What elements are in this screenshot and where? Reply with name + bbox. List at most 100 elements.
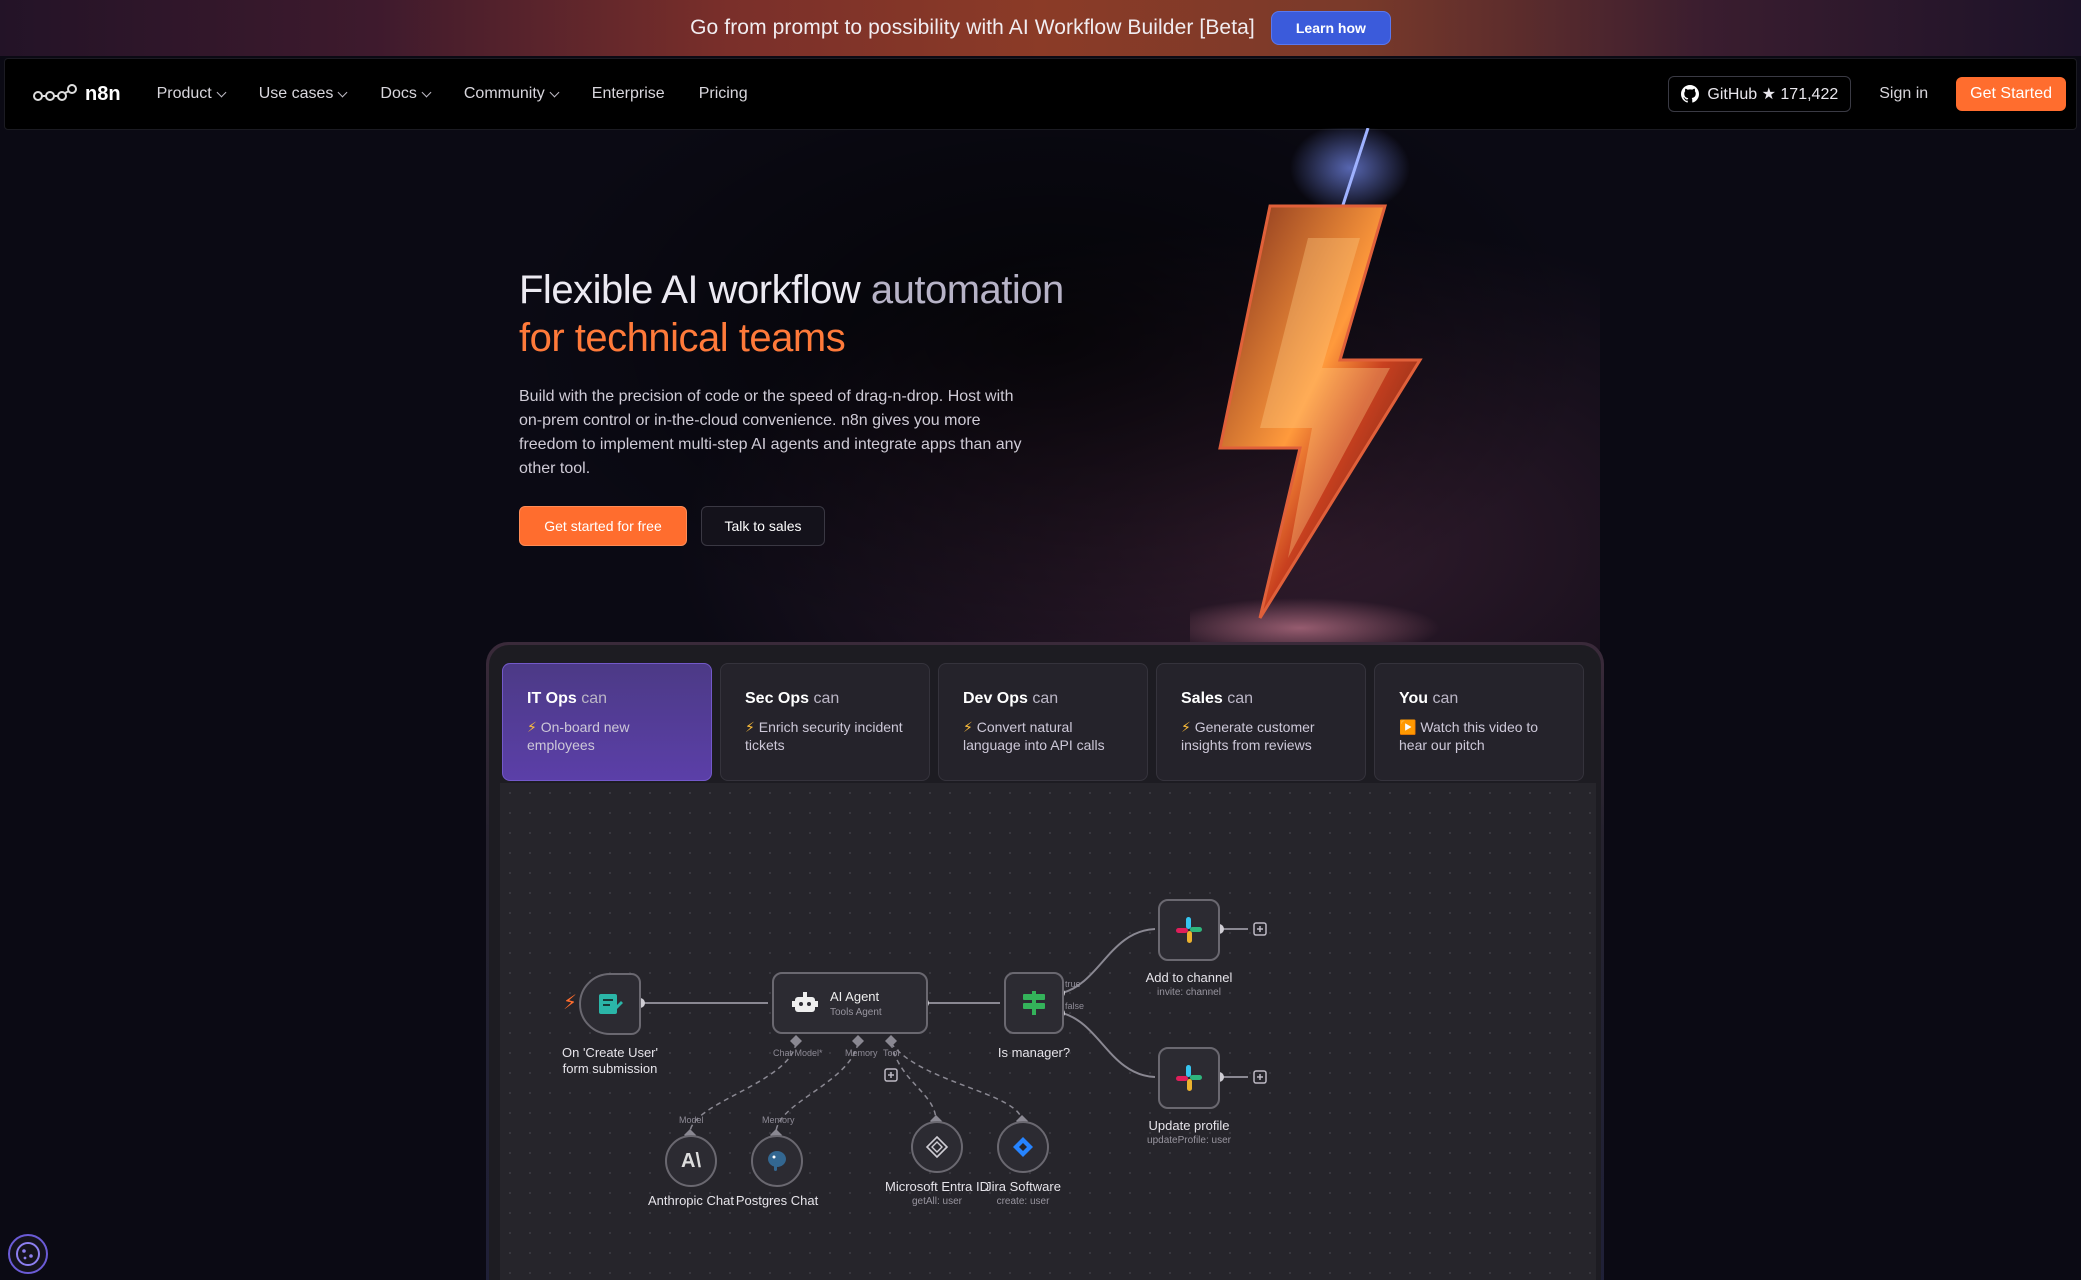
nav-docs[interactable]: Docs xyxy=(380,85,432,103)
hero-title: Flexible AI workflow automation for tech… xyxy=(519,266,1064,362)
nav-pricing[interactable]: Pricing xyxy=(699,85,748,103)
tab-title: Sales can xyxy=(1181,690,1341,708)
if-node-label: Is manager? xyxy=(997,1045,1071,1060)
if-true-label: true xyxy=(1065,979,1081,989)
tab-desc: ⚡ Convert natural language into API call… xyxy=(963,718,1123,754)
chevron-down-icon xyxy=(421,87,432,97)
workflow-demo-inner: IT Ops can ⚡ On-board new employees Sec … xyxy=(489,645,1601,1280)
slack-update-profile-node[interactable] xyxy=(1158,1047,1220,1109)
form-trigger-label: On 'Create User' form submission xyxy=(562,1045,658,1076)
slack-update-profile-label: Update profile xyxy=(1148,1118,1230,1133)
slack-add-channel-node[interactable] xyxy=(1158,899,1220,961)
lightning-icon: ⚡ xyxy=(745,719,755,735)
nav-product-label: Product xyxy=(156,85,212,102)
tab-who: Dev Ops xyxy=(963,690,1028,707)
signpost-icon xyxy=(1023,991,1045,1015)
jira-sub: create: user xyxy=(996,1196,1050,1207)
banner-text: Go from prompt to possibility with AI Wo… xyxy=(690,16,1255,39)
ai-agent-sub: Tools Agent xyxy=(830,1006,882,1018)
postgres-chat-label: Postgres Chat xyxy=(735,1193,819,1208)
tab-can: can xyxy=(813,690,840,707)
lightning-icon: ⚡ xyxy=(527,719,537,735)
nav-use-cases-label: Use cases xyxy=(258,85,334,102)
anthropic-icon: A\ xyxy=(681,1149,701,1172)
n8n-logo-icon xyxy=(33,84,77,101)
port-tool: Tool xyxy=(883,1048,900,1058)
github-icon xyxy=(1681,85,1700,103)
tab-you[interactable]: You can ▶️ Watch this video to hear our … xyxy=(1374,663,1584,781)
nav-product[interactable]: Product xyxy=(156,85,227,103)
n8n-logo[interactable]: n8n xyxy=(33,83,121,106)
sign-in-link[interactable]: Sign in xyxy=(1879,85,1928,103)
tab-desc-text: Generate customer insights from reviews xyxy=(1181,719,1315,753)
nav-use-cases[interactable]: Use cases xyxy=(258,85,348,103)
tab-who: You xyxy=(1399,690,1429,707)
cookie-icon xyxy=(16,1242,40,1266)
chevron-down-icon xyxy=(216,87,227,97)
play-icon: ▶️ xyxy=(1399,719,1417,735)
entra-icon xyxy=(925,1135,949,1159)
workflow-canvas[interactable]: ⚡ On 'Create User' form submission AI Ag… xyxy=(500,783,1596,1280)
slack-add-channel-label: Add to channel xyxy=(1145,970,1233,985)
tab-sec-ops[interactable]: Sec Ops can ⚡ Enrich security incident t… xyxy=(720,663,930,781)
get-started-free-button[interactable]: Get started for free xyxy=(519,506,687,546)
learn-how-button[interactable]: Learn how xyxy=(1270,11,1391,45)
postgres-icon xyxy=(768,1151,786,1171)
cookie-settings-button[interactable] xyxy=(8,1234,48,1274)
nav-links: Product Use cases Docs Community Enterpr… xyxy=(157,85,748,103)
tab-desc: ⚡ On-board new employees xyxy=(527,718,687,754)
ai-agent-label: AI Agent xyxy=(830,988,880,1004)
slack-add-channel-sub: invite: channel xyxy=(1157,987,1221,998)
port-chat-model: Chat Model* xyxy=(773,1048,823,1058)
tab-desc: ⚡ Generate customer insights from review… xyxy=(1181,718,1341,754)
tab-desc-text: Convert natural language into API calls xyxy=(963,719,1105,753)
tab-desc-text: On-board new employees xyxy=(527,719,630,753)
talk-to-sales-button[interactable]: Talk to sales xyxy=(701,506,825,546)
lightning-icon: ⚡ xyxy=(1181,719,1191,735)
jira-icon xyxy=(1013,1137,1033,1157)
chevron-down-icon xyxy=(549,87,560,97)
postgres-port-label: Memory xyxy=(762,1115,795,1125)
top-navigation: n8n Product Use cases Docs Community Ent… xyxy=(4,58,2077,130)
get-started-button[interactable]: Get Started xyxy=(1956,77,2066,111)
jira-label: Jira Software xyxy=(985,1179,1061,1194)
tab-title: IT Ops can xyxy=(527,690,687,708)
nav-actions: GitHub ★ 171,422 Sign in Get Started xyxy=(1668,76,2066,112)
anthropic-chat-node[interactable]: A\ xyxy=(665,1135,717,1187)
tab-who: IT Ops xyxy=(527,690,577,707)
slack-update-profile-sub: updateProfile: user xyxy=(1147,1135,1231,1146)
github-button[interactable]: GitHub ★ 171,422 xyxy=(1668,76,1852,112)
microsoft-entra-node[interactable] xyxy=(911,1121,963,1173)
tab-dev-ops[interactable]: Dev Ops can ⚡ Convert natural language i… xyxy=(938,663,1148,781)
tab-desc: ▶️ Watch this video to hear our pitch xyxy=(1399,718,1559,754)
slack-icon xyxy=(1176,917,1202,943)
if-false-label: false xyxy=(1065,1001,1085,1011)
announcement-banner: Go from prompt to possibility with AI Wo… xyxy=(0,0,2081,56)
nav-enterprise[interactable]: Enterprise xyxy=(592,85,665,103)
form-trigger-node[interactable] xyxy=(579,973,641,1035)
workflow-demo-panel: IT Ops can ⚡ On-board new employees Sec … xyxy=(486,642,1604,1280)
port-memory: Memory xyxy=(845,1048,878,1058)
hero-description: Build with the precision of code or the … xyxy=(519,388,1022,477)
tab-who: Sales xyxy=(1181,690,1223,707)
tab-desc-text: Watch this video to hear our pitch xyxy=(1399,719,1539,753)
postgres-chat-node[interactable] xyxy=(751,1135,803,1187)
tab-sales[interactable]: Sales can ⚡ Generate customer insights f… xyxy=(1156,663,1366,781)
ai-agent-node[interactable]: AI Agent Tools Agent xyxy=(772,972,928,1034)
tab-can: can xyxy=(1032,690,1059,707)
tab-who: Sec Ops xyxy=(745,690,810,707)
lightning-icon: ⚡ xyxy=(963,719,973,735)
logo-text: n8n xyxy=(85,82,121,105)
tab-title: Sec Ops can xyxy=(745,690,905,708)
tab-can: can xyxy=(1227,690,1254,707)
tab-it-ops[interactable]: IT Ops can ⚡ On-board new employees xyxy=(502,663,712,781)
hero-title-line1: Flexible AI workflow xyxy=(519,268,871,312)
tab-desc-text: Enrich security incident tickets xyxy=(745,719,903,753)
lightning-bolt-image xyxy=(1190,128,1440,648)
if-node[interactable] xyxy=(1004,972,1064,1034)
nav-community[interactable]: Community xyxy=(464,85,560,103)
jira-node[interactable] xyxy=(997,1121,1049,1173)
hero-title-line1-accent: automation xyxy=(870,268,1064,312)
tab-desc: ⚡ Enrich security incident tickets xyxy=(745,718,905,754)
robot-icon xyxy=(792,992,818,1012)
